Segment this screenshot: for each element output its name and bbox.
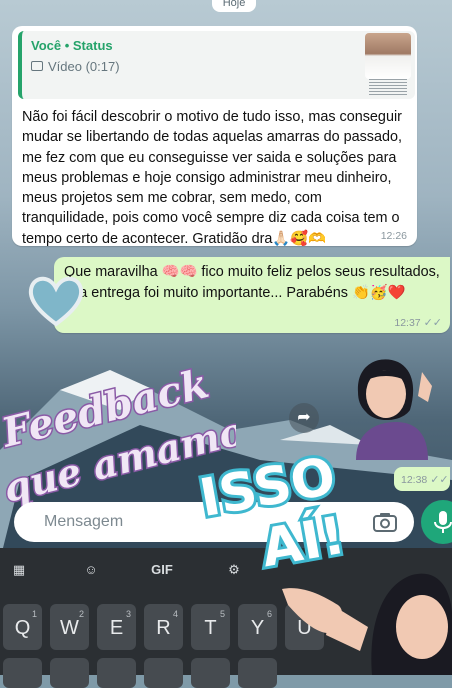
key-row2[interactable]: [238, 658, 277, 688]
quoted-status-title: Você • Status: [31, 38, 113, 53]
key-row2[interactable]: [144, 658, 183, 688]
key-e[interactable]: E3: [97, 604, 136, 650]
incoming-message-text: Não foi fácil descobrir o motivo de tudo…: [22, 109, 402, 247]
keyboard-grid-icon[interactable]: ▦: [2, 556, 36, 584]
outgoing-message-time: 12:37: [394, 317, 421, 329]
status-thumbnail-text: [369, 79, 407, 95]
key-row2[interactable]: [97, 658, 136, 688]
message-input-placeholder: Mensagem: [44, 513, 124, 530]
sticker-icon[interactable]: ☺: [74, 556, 108, 584]
sticker-message-time: 12:38: [401, 474, 428, 486]
incoming-message-time: 12:26: [380, 230, 407, 242]
outgoing-sticker-meta: 12:38 ✓✓: [394, 467, 450, 491]
key-row2[interactable]: [191, 658, 230, 688]
date-separator: Hoje: [212, 0, 256, 12]
heart-sticker-icon: [28, 276, 84, 327]
outgoing-message[interactable]: Que maravilha 🧠🧠 fico muito feliz pelos …: [54, 257, 450, 333]
outgoing-message-meta: 12:37 ✓✓: [394, 316, 442, 329]
pointing-avatar-sticker: [282, 573, 452, 675]
forward-arrow-icon[interactable]: ➦: [289, 403, 319, 433]
quoted-status[interactable]: Você • Status Vídeo (0:17): [18, 31, 415, 99]
microphone-icon[interactable]: [421, 500, 452, 544]
read-ticks-icon: ✓✓: [423, 317, 442, 329]
outgoing-message-text: Que maravilha 🧠🧠 fico muito feliz pelos …: [64, 264, 440, 301]
key-w[interactable]: W2: [50, 604, 89, 650]
sticker-read-ticks-icon: ✓✓: [430, 474, 449, 486]
incoming-message[interactable]: Você • Status Vídeo (0:17) Não foi fácil…: [12, 26, 417, 247]
key-row2[interactable]: [3, 658, 42, 688]
gif-button[interactable]: GIF: [145, 556, 179, 584]
key-y[interactable]: Y6: [238, 604, 277, 650]
quoted-status-subtitle: Vídeo (0:17): [31, 59, 120, 74]
key-row2[interactable]: [50, 658, 89, 688]
status-thumbnail: [365, 33, 411, 79]
key-q[interactable]: Q1: [3, 604, 42, 650]
key-r[interactable]: R4: [144, 604, 183, 650]
video-icon: [31, 61, 43, 71]
key-t[interactable]: T5: [191, 604, 230, 650]
